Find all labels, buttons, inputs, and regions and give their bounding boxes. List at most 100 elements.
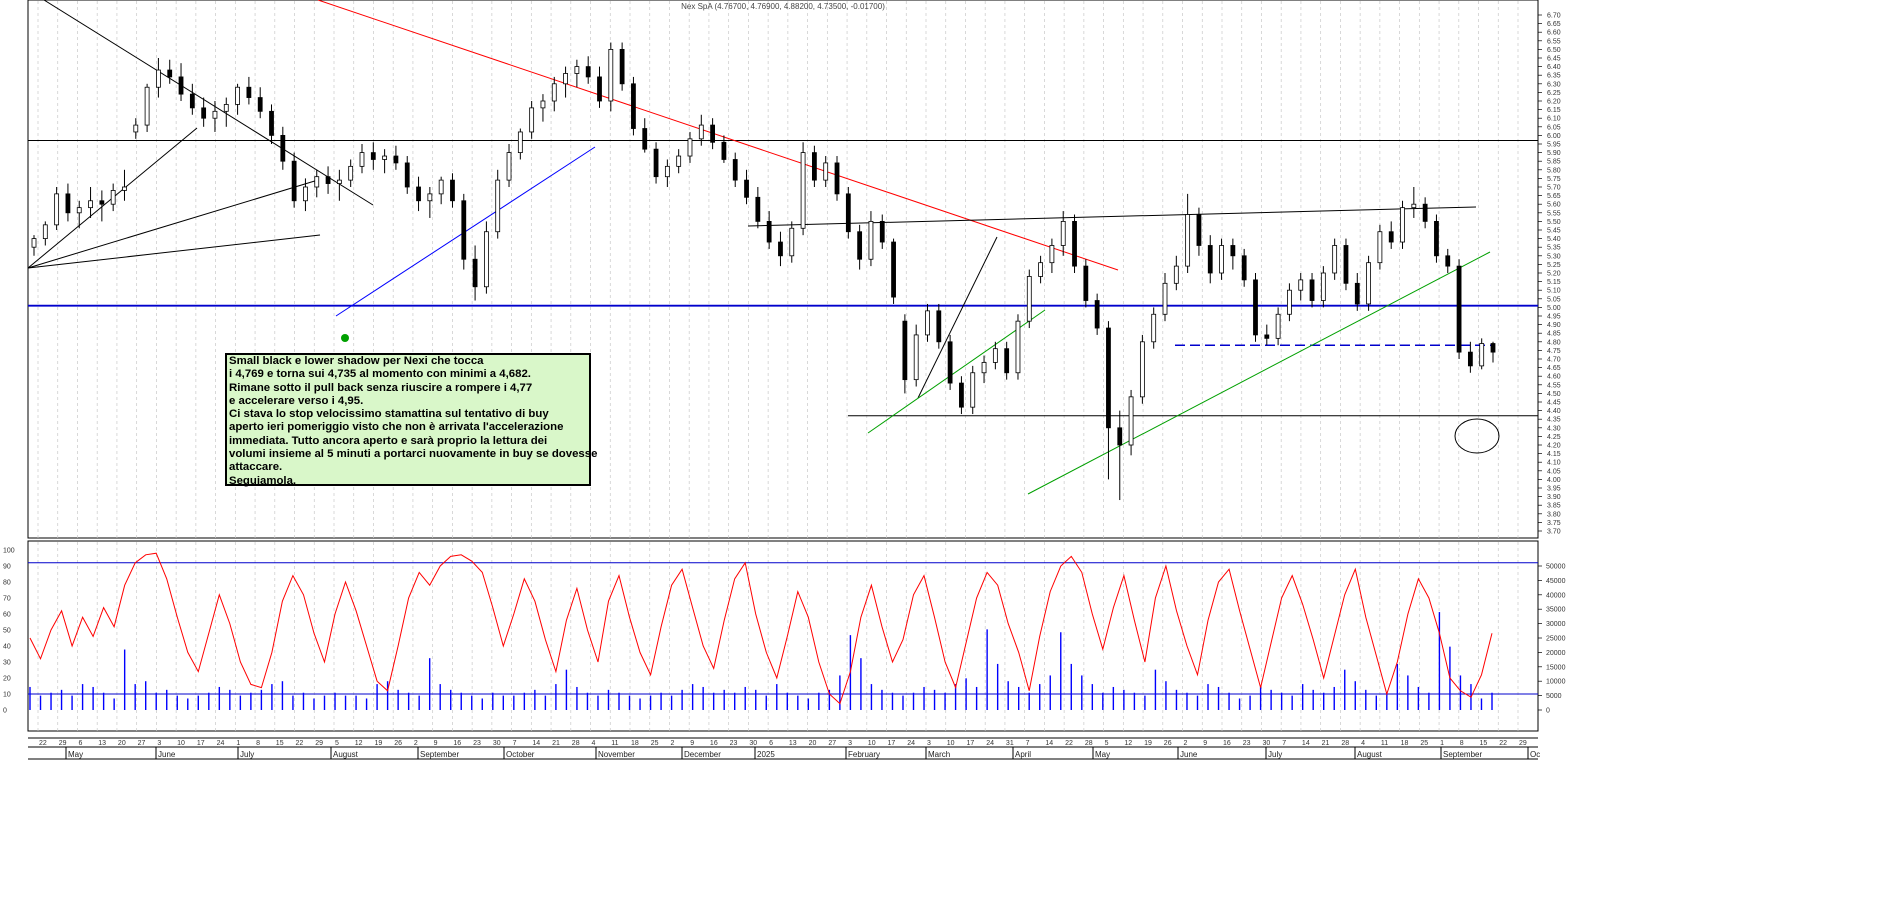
day-tick-label: 12	[355, 740, 363, 747]
day-tick-label: 1	[236, 740, 240, 747]
candle-body	[766, 220, 772, 243]
candle-body	[472, 258, 478, 288]
day-tick-label: 4	[592, 740, 596, 747]
oscillator-tick-label: 10	[3, 692, 11, 699]
day-tick-label: 13	[789, 740, 797, 747]
day-tick-label: 22	[296, 740, 304, 747]
candle-body	[1173, 265, 1179, 284]
candle-body	[868, 220, 874, 260]
price-tick-label: 6.60	[1547, 30, 1561, 37]
price-tick-label: 4.70	[1547, 357, 1561, 364]
candle-body	[744, 179, 749, 198]
candle-body	[156, 69, 161, 88]
price-tick-label: 6.00	[1547, 133, 1561, 140]
top-resistance-line	[747, 206, 1477, 227]
price-tick-label: 5.15	[1547, 279, 1561, 286]
candle-body	[789, 227, 795, 257]
price-tick-label: 6.30	[1547, 81, 1561, 88]
day-tick-label: 4	[1361, 740, 1365, 747]
day-tick-label: 8	[256, 740, 260, 747]
volume-tick-label: 0	[1546, 708, 1550, 715]
candle-body	[834, 162, 840, 195]
oscillator-tick-label: 20	[3, 676, 11, 683]
day-tick-label: 18	[1401, 740, 1409, 747]
price-tick-label: 4.30	[1547, 425, 1561, 432]
day-tick-label: 3	[848, 740, 852, 747]
day-tick-label: 29	[315, 740, 323, 747]
chart-title: Nex SpA (4.76700, 4.76900, 4.88200, 4.73…	[681, 2, 885, 11]
price-tick-label: 4.00	[1547, 477, 1561, 484]
price-tick-label: 6.65	[1547, 21, 1561, 28]
day-tick-label: 12	[1124, 740, 1132, 747]
price-tick-label: 4.25	[1547, 434, 1561, 441]
month-label: July	[1268, 750, 1282, 759]
day-tick-label: 18	[631, 740, 639, 747]
candle-body	[619, 49, 625, 85]
price-tick-label: 5.50	[1547, 219, 1561, 226]
candle-body	[1094, 300, 1100, 329]
month-label: August	[333, 750, 359, 759]
candle-body	[1434, 220, 1439, 257]
volume-tick-label: 20000	[1546, 650, 1566, 657]
candle-body	[891, 241, 896, 298]
candle-body	[970, 372, 976, 408]
oscillator-tick-label: 50	[3, 628, 11, 635]
candle-body	[698, 124, 704, 140]
candle-body	[201, 107, 207, 119]
candle-body	[845, 193, 851, 233]
candle-body	[642, 128, 648, 150]
candle-body	[189, 93, 195, 109]
volume-tick-label: 50000	[1546, 564, 1566, 571]
annotation-line: Ci stava lo stop velocissimo stamattina …	[229, 408, 549, 421]
price-tick-label: 5.00	[1547, 305, 1561, 312]
day-tick-label: 9	[690, 740, 694, 747]
annotation-line: aperto ieri pomeriggio visto che non è a…	[229, 421, 564, 434]
day-tick-label: 7	[1282, 740, 1286, 747]
day-tick-label: 27	[828, 740, 836, 747]
candle-body	[721, 141, 727, 160]
day-tick-label: 19	[1144, 740, 1152, 747]
day-tick-label: 16	[453, 740, 461, 747]
candle-body	[88, 200, 93, 209]
price-tick-label: 4.60	[1547, 374, 1561, 381]
candle-body	[1230, 245, 1236, 257]
candle-body	[959, 382, 964, 408]
candle-body	[653, 148, 659, 178]
signal-marker	[341, 334, 349, 342]
candle-body	[1456, 265, 1462, 353]
day-tick-label: 21	[1322, 740, 1330, 747]
candle-body	[879, 220, 885, 243]
day-tick-label: 24	[217, 740, 225, 747]
price-tick-label: 4.90	[1547, 322, 1561, 329]
candle-body	[823, 162, 829, 181]
day-tick-label: 27	[138, 740, 146, 747]
price-tick-label: 4.85	[1547, 331, 1561, 338]
candle-body	[1241, 255, 1247, 281]
price-tick-label: 6.15	[1547, 107, 1561, 114]
day-tick-label: 8	[1460, 740, 1464, 747]
price-tick-label: 3.85	[1547, 503, 1561, 510]
candle-body	[1151, 313, 1157, 343]
candle-body	[314, 176, 320, 188]
candle-body	[1287, 289, 1292, 315]
price-tick-label: 6.35	[1547, 73, 1561, 80]
candle-body	[563, 73, 568, 85]
candle-body	[540, 100, 546, 109]
candle-body	[291, 160, 297, 202]
day-tick-label: 25	[1420, 740, 1428, 747]
price-tick-label: 3.80	[1547, 511, 1561, 518]
candle-body	[936, 310, 942, 343]
day-tick-label: 5	[335, 740, 339, 747]
candle-body	[54, 193, 60, 226]
day-tick-label: 1	[1440, 740, 1444, 747]
candle-body	[359, 152, 365, 167]
candle-body	[778, 241, 783, 257]
candle-body	[981, 362, 987, 374]
day-tick-label: 9	[1203, 740, 1207, 747]
candle-body	[110, 190, 116, 205]
candle-body	[1128, 396, 1134, 446]
price-tick-label: 5.55	[1547, 210, 1561, 217]
day-tick-label: 24	[907, 740, 915, 747]
candle-body	[438, 179, 444, 195]
oscillator-tick-label: 90	[3, 564, 11, 571]
